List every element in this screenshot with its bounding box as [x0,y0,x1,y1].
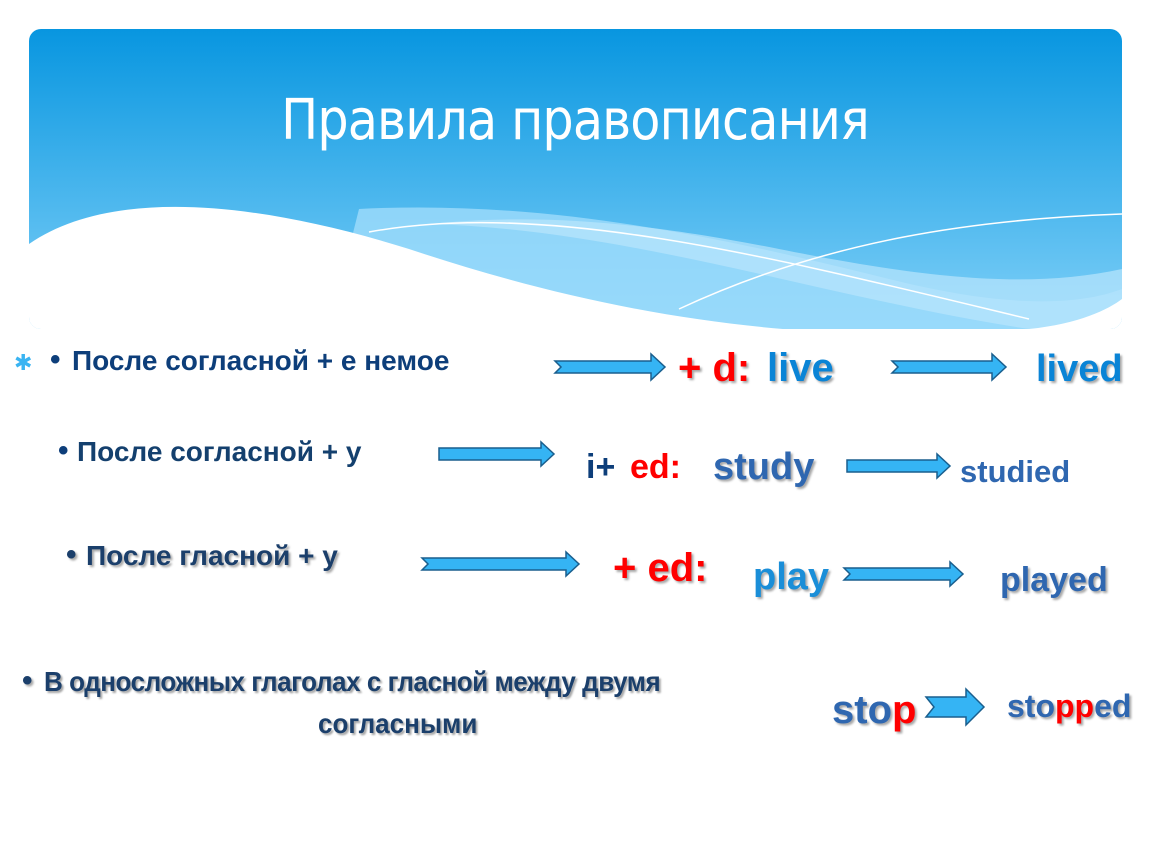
result-doubled-consonant: pp [1055,688,1095,724]
base-word: study [713,446,815,488]
base-word: live [767,346,834,390]
result-word: stopped [1007,690,1131,722]
suffix-label: + d: [678,346,751,390]
rule-condition-line2: согласными [318,708,478,739]
suffix-label: ed: [630,448,681,486]
arrow-icon [924,687,986,727]
rule-condition-line1: В односложных глаголах с гласной между д… [44,666,661,697]
arrow-icon [842,560,965,588]
base-word: play [753,556,830,598]
bullet-dot: • [22,664,33,697]
bullet-dot: • [58,434,69,467]
result-suffix: ed [1094,688,1132,724]
bullet-dot: • [66,538,77,571]
result-word: played [1000,561,1108,599]
arrow-icon [553,352,667,382]
base-word-final-consonant: p [892,688,917,732]
rule-condition: После гласной + y [86,540,338,571]
result-word-stem: sto [1007,688,1055,724]
suffix-label: + ed: [613,546,708,590]
result-word: studied [960,454,1071,489]
header-background [29,29,1122,329]
rule-condition: После согласной + е немое [72,345,450,376]
base-word-stem: sto [832,688,892,732]
base-word: stop [832,690,916,730]
result-word: lived [1036,348,1123,390]
arrow-icon [890,352,1008,382]
slide-title: Правила правописания [281,88,870,153]
asterisk-bullet-icon: ✱ [14,350,33,375]
arrow-icon [420,550,581,578]
bullet-dot: • [50,343,61,376]
rule-condition: После согласной + y [77,436,362,467]
arrow-icon [438,440,556,468]
arrow-icon [846,452,952,480]
suffix-marker: i+ [586,448,616,486]
